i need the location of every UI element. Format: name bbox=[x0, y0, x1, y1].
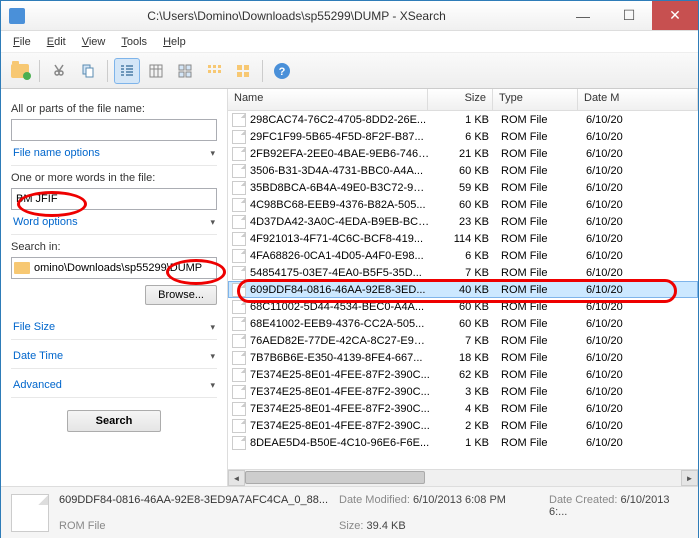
table-row[interactable]: 4F921013-4F71-4C6C-BCF8-419... 114 KB RO… bbox=[228, 230, 698, 247]
search-path-input[interactable]: omino\Downloads\sp55299\DUMP bbox=[11, 257, 217, 279]
maximize-button[interactable]: ☐ bbox=[606, 1, 652, 30]
file-icon bbox=[232, 164, 246, 178]
filename-label: All or parts of the file name: bbox=[11, 103, 217, 115]
file-icon bbox=[232, 419, 246, 433]
file-icon bbox=[232, 351, 246, 365]
table-row[interactable]: 2FB92EFA-2EE0-4BAE-9EB6-7464... 21 KB RO… bbox=[228, 145, 698, 162]
file-icon bbox=[232, 130, 246, 144]
file-icon bbox=[232, 317, 246, 331]
file-icon bbox=[232, 232, 246, 246]
view-details-button[interactable] bbox=[143, 58, 169, 84]
menu-edit[interactable]: Edit bbox=[39, 34, 74, 50]
menu-tools[interactable]: Tools bbox=[113, 34, 155, 50]
file-icon bbox=[232, 266, 246, 280]
horizontal-scrollbar[interactable]: ◄ ► bbox=[228, 469, 698, 486]
table-row[interactable]: 4FA68826-0CA1-4D05-A4F0-E98... 6 KB ROM … bbox=[228, 247, 698, 264]
file-icon bbox=[232, 215, 246, 229]
file-icon bbox=[232, 181, 246, 195]
view-list-button[interactable] bbox=[114, 58, 140, 84]
file-icon bbox=[232, 147, 246, 161]
minimize-button[interactable]: — bbox=[560, 1, 606, 30]
close-button[interactable]: ✕ bbox=[652, 1, 698, 30]
scroll-left-icon[interactable]: ◄ bbox=[228, 470, 245, 486]
date-time-section[interactable]: Date Time▾ bbox=[11, 344, 217, 369]
table-row[interactable]: 7E374E25-8E01-4FEE-87F2-390C... 2 KB ROM… bbox=[228, 417, 698, 434]
scroll-thumb[interactable] bbox=[245, 471, 425, 484]
table-row[interactable]: 76AED82E-77DE-42CA-8C27-E9D... 7 KB ROM … bbox=[228, 332, 698, 349]
copy-button[interactable] bbox=[75, 58, 101, 84]
words-label: One or more words in the file: bbox=[11, 172, 217, 184]
status-type: ROM File bbox=[59, 520, 329, 532]
advanced-section[interactable]: Advanced▾ bbox=[11, 373, 217, 398]
header-date[interactable]: Date M bbox=[578, 89, 698, 110]
table-row[interactable]: 29FC1F99-5B65-4F5D-8F2F-B87... 6 KB ROM … bbox=[228, 128, 698, 145]
file-icon bbox=[232, 283, 246, 297]
table-row[interactable]: 4C98BC68-EEB9-4376-B82A-505... 60 KB ROM… bbox=[228, 196, 698, 213]
search-in-label: Search in: bbox=[11, 241, 217, 253]
file-icon bbox=[232, 368, 246, 382]
file-icon bbox=[232, 334, 246, 348]
table-row[interactable]: 298CAC74-76C2-4705-8DD2-26E... 1 KB ROM … bbox=[228, 111, 698, 128]
menu-view[interactable]: View bbox=[74, 34, 114, 50]
svg-text:?: ? bbox=[279, 66, 286, 78]
table-row[interactable]: 7B7B6B6E-E350-4139-8FE4-667... 18 KB ROM… bbox=[228, 349, 698, 366]
header-size[interactable]: Size bbox=[428, 89, 493, 110]
file-icon bbox=[232, 113, 246, 127]
filename-input[interactable] bbox=[11, 119, 217, 141]
app-icon bbox=[9, 8, 25, 24]
table-row[interactable]: 7E374E25-8E01-4FEE-87F2-390C... 62 KB RO… bbox=[228, 366, 698, 383]
table-row[interactable]: 8DEAE5D4-B50E-4C10-96E6-F6E... 1 KB ROM … bbox=[228, 434, 698, 451]
view-icons-button[interactable] bbox=[201, 58, 227, 84]
table-row[interactable]: 54854175-03E7-4EA0-B5F5-35D... 7 KB ROM … bbox=[228, 264, 698, 281]
table-row[interactable]: 68E41002-EEB9-4376-CC2A-505... 60 KB ROM… bbox=[228, 315, 698, 332]
results-list[interactable]: 298CAC74-76C2-4705-8DD2-26E... 1 KB ROM … bbox=[228, 111, 698, 469]
file-icon bbox=[232, 300, 246, 314]
view-tiles-button[interactable] bbox=[172, 58, 198, 84]
file-icon bbox=[232, 436, 246, 450]
view-large-button[interactable] bbox=[230, 58, 256, 84]
file-name-options[interactable]: File name options▾ bbox=[11, 141, 217, 166]
table-row[interactable]: 7E374E25-8E01-4FEE-87F2-390C... 4 KB ROM… bbox=[228, 400, 698, 417]
search-button[interactable]: Search bbox=[67, 410, 162, 432]
menu-help[interactable]: Help bbox=[155, 34, 194, 50]
list-header: Name Size Type Date M bbox=[228, 89, 698, 111]
scroll-right-icon[interactable]: ► bbox=[681, 470, 698, 486]
window-title: C:\Users\Domino\Downloads\sp55299\DUMP -… bbox=[33, 9, 560, 23]
header-type[interactable]: Type bbox=[493, 89, 578, 110]
cut-button[interactable] bbox=[46, 58, 72, 84]
table-row[interactable]: 68C11002-5D44-4534-BEC0-A4A... 60 KB ROM… bbox=[228, 298, 698, 315]
file-size-section[interactable]: File Size▾ bbox=[11, 315, 217, 340]
folder-icon bbox=[14, 262, 30, 274]
file-icon bbox=[232, 402, 246, 416]
file-icon bbox=[11, 494, 49, 532]
table-row[interactable]: 4D37DA42-3A0C-4EDA-B9EB-BC0... 23 KB ROM… bbox=[228, 213, 698, 230]
browse-button[interactable]: Browse... bbox=[145, 285, 217, 305]
words-input[interactable] bbox=[11, 188, 217, 210]
file-icon bbox=[232, 249, 246, 263]
menu-file[interactable]: File bbox=[5, 34, 39, 50]
header-name[interactable]: Name bbox=[228, 89, 428, 110]
table-row[interactable]: 35BD8BCA-6B4A-49E0-B3C72-904... 59 KB RO… bbox=[228, 179, 698, 196]
file-icon bbox=[232, 385, 246, 399]
help-button[interactable]: ? bbox=[269, 58, 295, 84]
open-folder-button[interactable] bbox=[7, 58, 33, 84]
word-options[interactable]: Word options▾ bbox=[11, 210, 217, 235]
table-row[interactable]: 3506-B31-3D4A-4731-BBC0-A4A... 60 KB ROM… bbox=[228, 162, 698, 179]
table-row[interactable]: 609DDF84-0816-46AA-92E8-3ED... 40 KB ROM… bbox=[228, 281, 698, 298]
table-row[interactable]: 7E374E25-8E01-4FEE-87F2-390C... 3 KB ROM… bbox=[228, 383, 698, 400]
file-icon bbox=[232, 198, 246, 212]
status-filename: 609DDF84-0816-46AA-92E8-3ED9A7AFC4CA_0_8… bbox=[59, 494, 329, 518]
